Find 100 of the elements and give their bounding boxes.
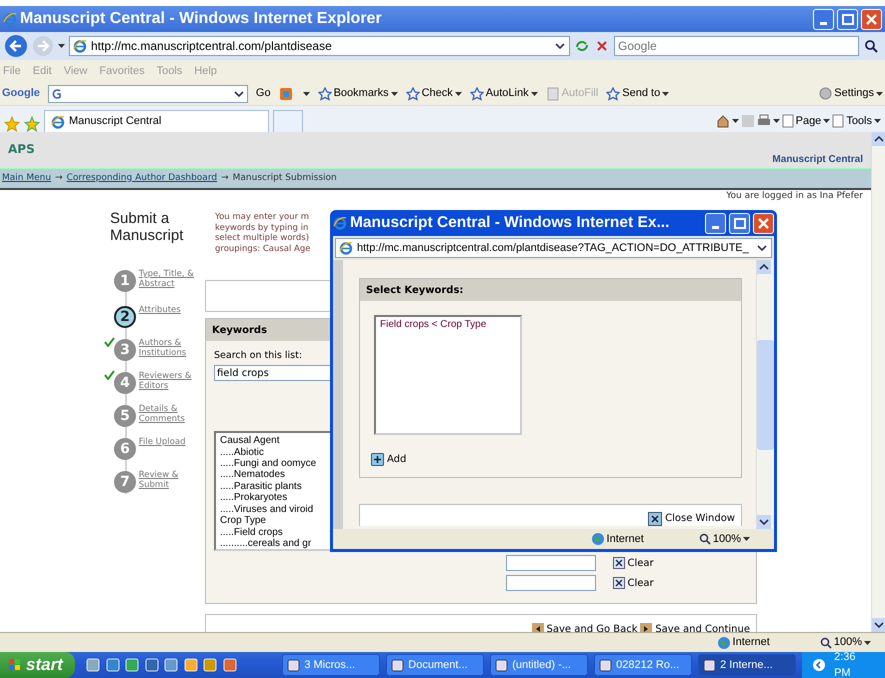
command-button[interactable]: Tools <box>846 112 872 130</box>
scrollbar[interactable] <box>871 132 885 632</box>
list-option[interactable]: Field crops < Crop Type <box>380 319 516 330</box>
toolbar-button[interactable]: Bookmarks <box>334 85 389 102</box>
close-button[interactable] <box>861 8 882 30</box>
toolbar-star-icon[interactable] <box>606 86 620 100</box>
caret-icon[interactable] <box>390 92 398 96</box>
step-link[interactable]: Details & Comments <box>138 405 203 438</box>
forward-arrow-icon <box>640 623 652 632</box>
caret-icon[interactable] <box>743 537 750 541</box>
maximize-button[interactable] <box>729 212 750 234</box>
caret-icon[interactable] <box>662 92 670 96</box>
toolbar-search-field[interactable] <box>48 84 248 102</box>
toolbar-star-icon[interactable] <box>318 86 332 100</box>
quick-launch-icon[interactable] <box>86 658 100 672</box>
quick-launch-icon[interactable] <box>203 658 218 672</box>
scroll-up-icon[interactable] <box>759 263 769 271</box>
go-button[interactable]: Go <box>256 85 271 102</box>
caret-icon[interactable] <box>864 640 871 644</box>
quick-launch-icon[interactable] <box>125 658 140 672</box>
breadcrumb-link[interactable]: Main Menu <box>2 172 52 186</box>
taskbar-button[interactable]: (untitled) -... <box>490 654 588 676</box>
step-link[interactable]: Review & Submit <box>138 471 203 504</box>
windows-flag-icon <box>8 658 22 672</box>
zoom-level[interactable]: 100% <box>834 634 862 651</box>
quick-launch-icon[interactable] <box>144 658 159 672</box>
keyword-field[interactable] <box>506 575 596 592</box>
toolbar-button[interactable]: Send to <box>622 85 660 102</box>
caret-icon[interactable] <box>732 119 739 123</box>
browser-tab[interactable]: Manuscript Central <box>44 110 269 132</box>
start-button[interactable]: start <box>0 652 75 678</box>
close-icon <box>612 577 624 590</box>
back-button[interactable] <box>4 34 28 58</box>
action-button[interactable]: Save and Go Back <box>532 622 638 632</box>
window-icon <box>391 658 404 672</box>
step-link[interactable]: Authors & Institutions <box>138 339 203 372</box>
add-favorites-icon[interactable] <box>24 116 40 132</box>
step-link[interactable]: File Upload <box>138 438 203 471</box>
caret-icon[interactable] <box>58 44 65 48</box>
caret-icon[interactable] <box>454 92 462 96</box>
step-number: 5 <box>114 405 136 427</box>
caret-icon[interactable] <box>302 92 310 96</box>
scroll-thumb[interactable] <box>757 340 774 450</box>
step-number: 3 <box>114 339 136 361</box>
toolbar-square-icon[interactable] <box>278 86 295 100</box>
refresh-icon[interactable] <box>574 38 590 54</box>
caret-icon[interactable] <box>772 119 780 123</box>
caret-icon[interactable] <box>530 92 538 96</box>
selected-keyword-list[interactable]: Field crops < Crop Type <box>374 315 522 435</box>
arrow-separator: → <box>221 172 229 185</box>
scroll-up-icon[interactable] <box>874 135 884 143</box>
maximize-button[interactable] <box>837 8 858 30</box>
toolbar-star-icon[interactable] <box>406 86 420 100</box>
step-link[interactable]: Reviewers & Editors <box>138 372 203 405</box>
command-button[interactable]: Page <box>796 112 822 130</box>
address-field[interactable]: http://mc.manuscriptcentral.com/plantdisease <box>69 36 570 56</box>
close-icon <box>648 512 662 526</box>
caret-icon[interactable] <box>876 92 883 96</box>
home-icon[interactable] <box>716 114 730 128</box>
taskbar-button[interactable]: 028212 Ro... <box>594 654 692 676</box>
caret-icon[interactable] <box>874 119 881 123</box>
search-field[interactable]: Google <box>614 36 859 56</box>
zoom-icon[interactable] <box>820 636 832 648</box>
close-window-button[interactable]: Close Window <box>648 511 735 526</box>
scrollbar[interactable] <box>756 260 774 529</box>
step-link[interactable]: Attributes <box>138 306 203 339</box>
toolbar-star-icon[interactable] <box>470 86 484 100</box>
quick-launch-icon[interactable] <box>164 658 178 672</box>
step-link[interactable]: Type, Title, & Abstract <box>138 270 203 306</box>
login-status: You are logged in as Ina Pfefer <box>725 190 864 203</box>
add-button[interactable]: Add <box>371 452 406 466</box>
panel-title: Select Keywords: <box>360 279 741 301</box>
action-button[interactable]: Save and Continue <box>640 622 750 632</box>
zoom-icon[interactable] <box>698 533 711 545</box>
toolbar-button[interactable]: AutoLink <box>486 85 529 102</box>
clear-button[interactable]: Clear <box>612 556 654 571</box>
zoom-level[interactable]: 100% <box>712 530 741 548</box>
taskbar-button[interactable]: Document... <box>386 654 484 676</box>
scroll-down-icon[interactable] <box>759 518 769 526</box>
taskbar-button[interactable]: 3 Micros... <box>282 654 380 676</box>
favorites-star-icon[interactable] <box>4 116 20 132</box>
minimize-button[interactable] <box>813 8 834 30</box>
toolbar-button[interactable]: Check <box>422 85 453 102</box>
scroll-down-icon[interactable] <box>874 621 884 629</box>
close-icon <box>865 12 878 26</box>
close-button[interactable] <box>753 212 774 234</box>
taskbar-button[interactable]: 2 Interne... <box>698 654 796 676</box>
gear-icon[interactable] <box>819 87 832 100</box>
quick-launch-icon[interactable] <box>184 658 198 672</box>
breadcrumb-link[interactable]: Corresponding Author Dashboard <box>66 172 218 186</box>
g-icon <box>52 88 62 100</box>
close-icon <box>612 557 624 570</box>
quick-launch-icon[interactable] <box>222 658 237 672</box>
caret-icon[interactable] <box>823 119 830 123</box>
printer-icon[interactable] <box>756 114 771 128</box>
settings-button[interactable]: Settings <box>834 85 874 102</box>
keyword-field[interactable] <box>506 555 596 572</box>
minimize-button[interactable] <box>705 212 726 234</box>
quick-launch-icon[interactable] <box>106 658 120 672</box>
clear-button[interactable]: Clear <box>612 576 654 591</box>
